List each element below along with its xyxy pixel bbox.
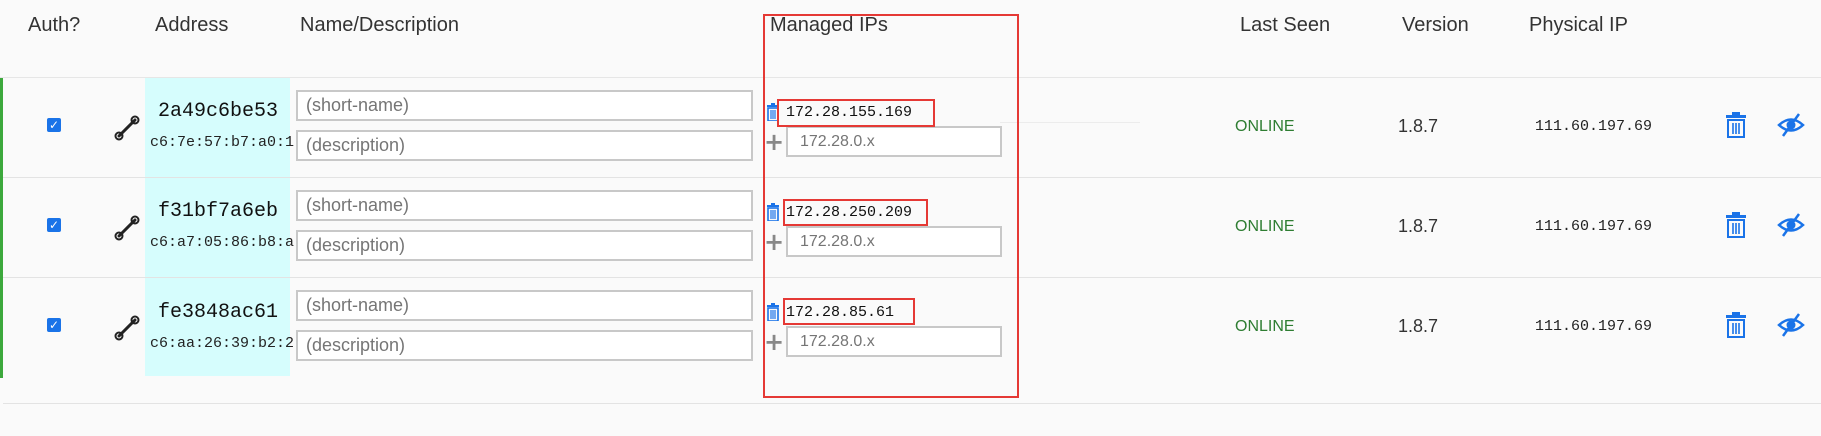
node-id: fe3848ac61 xyxy=(158,301,279,324)
auth-checkbox[interactable]: ✓ xyxy=(47,118,61,132)
short-name-input[interactable] xyxy=(296,290,753,321)
version-text: 1.8.7 xyxy=(1398,316,1439,336)
header-version[interactable]: Version xyxy=(1402,14,1469,37)
header-physical-ip[interactable]: Physical IP xyxy=(1529,14,1628,37)
eye-slash-icon[interactable] xyxy=(1777,312,1805,338)
mac-address: c6:aa:26:39:b2:2 xyxy=(150,335,295,352)
header-last-seen[interactable]: Last Seen xyxy=(1240,14,1330,37)
status-text: ONLINE xyxy=(1235,318,1295,335)
node-id: f31bf7a6eb xyxy=(158,200,279,223)
row-divider-faint xyxy=(1000,122,1140,123)
wrench-icon[interactable] xyxy=(113,114,141,142)
short-name-input[interactable] xyxy=(296,190,753,221)
short-name-input[interactable] xyxy=(296,90,753,121)
physical-ip: 111.60.197.69 xyxy=(1535,218,1653,235)
version-text: 1.8.7 xyxy=(1398,216,1439,236)
wrench-icon[interactable] xyxy=(113,214,141,242)
mac-address: c6:7e:57:b7:a0:1 xyxy=(150,134,295,151)
wrench-icon[interactable] xyxy=(113,314,141,342)
description-input[interactable] xyxy=(296,130,753,161)
authorized-indicator-bar xyxy=(0,78,3,378)
description-input[interactable] xyxy=(296,230,753,261)
physical-ip: 111.60.197.69 xyxy=(1535,118,1653,135)
header-name-description[interactable]: Name/Description xyxy=(300,14,459,37)
trash-icon[interactable] xyxy=(1725,112,1747,138)
status-text: ONLINE xyxy=(1235,218,1295,235)
trash-icon[interactable] xyxy=(1725,212,1747,238)
physical-ip: 111.60.197.69 xyxy=(1535,318,1653,335)
eye-slash-icon[interactable] xyxy=(1777,212,1805,238)
managed-ips-highlight-box xyxy=(763,14,1019,398)
status-text: ONLINE xyxy=(1235,118,1295,135)
trash-icon[interactable] xyxy=(1725,312,1747,338)
header-auth[interactable]: Auth? xyxy=(28,14,80,37)
eye-slash-icon[interactable] xyxy=(1777,112,1805,138)
mac-address: c6:a7:05:86:b8:a xyxy=(150,234,295,251)
description-input[interactable] xyxy=(296,330,753,361)
row-divider xyxy=(3,403,1821,404)
header-address[interactable]: Address xyxy=(155,14,228,37)
auth-checkbox[interactable]: ✓ xyxy=(47,218,61,232)
node-id: 2a49c6be53 xyxy=(158,100,279,123)
auth-checkbox[interactable]: ✓ xyxy=(47,318,61,332)
version-text: 1.8.7 xyxy=(1398,116,1439,136)
